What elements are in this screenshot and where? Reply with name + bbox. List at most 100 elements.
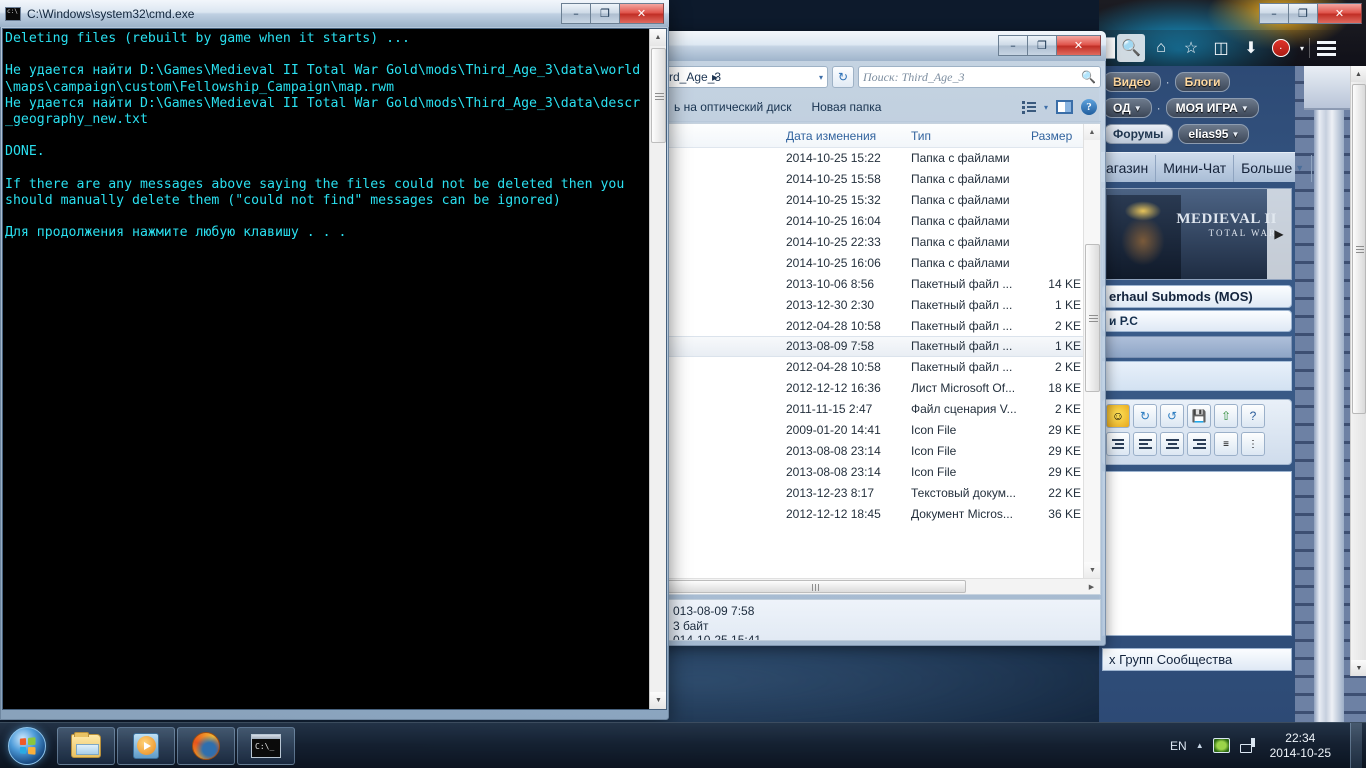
library-icon[interactable]: ◫ <box>1207 34 1235 62</box>
table-row[interactable]: 2012-04-28 10:58 Пакетный файл ... 2 KE <box>665 357 1083 378</box>
explorer-address-bar[interactable]: rd_Age_3 ▸ ▾ ↻ Поиск: Third_Age_3 🔍 <box>664 63 1101 91</box>
nav-pill-username[interactable]: elias95 ▼ <box>1178 124 1250 144</box>
table-row[interactable]: 2013-08-09 7:58 Пакетный файл ... 1 KE <box>665 336 1083 357</box>
scroll-down-arrow-icon[interactable]: ▼ <box>1084 562 1100 578</box>
view-dropdown-caret-icon[interactable]: ▾ <box>1044 103 1048 112</box>
table-row[interactable]: 2012-12-12 18:45 Документ Micros... 36 KE <box>665 503 1083 524</box>
new-folder-button[interactable]: Новая папка <box>801 100 891 114</box>
scroll-up-arrow-icon[interactable]: ▲ <box>1084 124 1100 140</box>
file-list-scrollbar-thumb[interactable] <box>1085 244 1100 392</box>
undo-icon[interactable]: ↺ <box>1160 404 1184 428</box>
cmd-minimize-button[interactable]: – <box>561 3 590 24</box>
column-header-date[interactable]: Дата изменения <box>778 129 903 143</box>
table-row[interactable]: 2012-12-12 16:36 Лист Microsoft Of... 18 K… <box>665 378 1083 399</box>
show-hidden-icons-caret-icon[interactable]: ▲ <box>1196 741 1204 750</box>
indent-icon[interactable] <box>1106 432 1130 456</box>
thread-title[interactable]: erhaul Submods (MOS) <box>1102 285 1292 308</box>
cmd-scrollbar-thumb[interactable] <box>651 48 666 143</box>
menu-pill-od[interactable]: ОД ▼ <box>1103 98 1152 118</box>
bullet-list-icon[interactable]: ⋮ <box>1241 432 1265 456</box>
burn-to-disc-button[interactable]: ь на оптический диск <box>664 100 801 114</box>
hero-banner[interactable]: MEDIEVAL II TOTAL WAR ▶ <box>1102 188 1292 280</box>
firefox-minimize-button[interactable]: – <box>1259 3 1288 24</box>
site-top-nav[interactable]: Видео · Блоги <box>1099 66 1295 92</box>
firefox-scrollbar-thumb[interactable] <box>1352 84 1366 414</box>
search-input[interactable]: Поиск: Third_Age_3 🔍 <box>858 66 1101 88</box>
firefox-maximize-button[interactable]: ❐ <box>1288 3 1317 24</box>
system-tray[interactable]: EN ▲ 22:34 2014-10-25 <box>1170 722 1366 768</box>
view-list-icon[interactable] <box>1021 100 1036 114</box>
nav-pill-blogs[interactable]: Блоги <box>1174 72 1231 92</box>
language-indicator[interactable]: EN <box>1170 739 1187 753</box>
table-row[interactable]: 2013-12-23 8:17 Текстовый докум... 22 KE <box>665 482 1083 503</box>
table-row[interactable]: 2013-10-06 8:56 Пакетный файл ... 14 KE <box>665 273 1083 294</box>
cmd-console-area[interactable]: Deleting files (rebuilt by game when it … <box>2 28 667 710</box>
nav-pill-forums[interactable]: Форумы <box>1103 124 1174 144</box>
editor-toolbar-row-2[interactable]: ≡ ⋮ <box>1106 432 1288 456</box>
breadcrumb[interactable]: rd_Age_3 ▸ ▾ <box>664 66 828 88</box>
command-prompt-window[interactable]: C:\Windows\system32\cmd.exe – ❐ ✕ Deleti… <box>0 0 669 720</box>
explorer-minimize-button[interactable]: – <box>998 35 1027 56</box>
table-row[interactable]: 2011-11-15 2:47 Файл сценария V... 2 KE <box>665 399 1083 420</box>
preview-pane-icon[interactable] <box>1056 100 1073 114</box>
firefox-window-controls[interactable]: – ❐ ✕ <box>1259 3 1362 24</box>
show-desktop-button[interactable] <box>1350 722 1362 768</box>
explorer-maximize-button[interactable]: ❐ <box>1027 35 1056 56</box>
start-button[interactable] <box>3 725 51 767</box>
file-list-header[interactable]: Дата изменения Тип Размер <box>665 124 1100 148</box>
scroll-down-arrow-icon[interactable]: ▼ <box>1351 660 1366 676</box>
table-row[interactable]: 2014-10-25 22:33 Папка с файлами <box>665 232 1083 253</box>
table-row[interactable]: 2014-10-25 16:06 Папка с файлами <box>665 252 1083 273</box>
file-rows-container[interactable]: 2014-10-25 15:22 Папка с файлами 2014-10-2… <box>665 148 1083 578</box>
home-icon[interactable]: ⌂ <box>1147 34 1175 62</box>
downloads-icon[interactable]: ⬇ <box>1237 34 1265 62</box>
table-row[interactable]: 2013-08-08 23:14 Icon File 29 KE <box>665 461 1083 482</box>
tab-shop[interactable]: агазин <box>1099 155 1157 182</box>
table-row[interactable]: 2013-08-08 23:14 Icon File 29 KE <box>665 440 1083 461</box>
firefox-titlebar[interactable]: – ❐ ✕ <box>1099 0 1366 30</box>
thread-subtitle[interactable]: и Р.С <box>1102 310 1292 332</box>
bookmark-star-icon[interactable]: ☆ <box>1177 34 1205 62</box>
scroll-up-arrow-icon[interactable]: ▲ <box>1351 66 1366 82</box>
taskbar-buttons[interactable] <box>57 726 295 765</box>
help-icon[interactable]: ? <box>1241 404 1265 428</box>
tab-minichat[interactable]: Мини-Чат <box>1156 155 1235 182</box>
menu-pill-mygame[interactable]: МОЯ ИГРА ▼ <box>1165 98 1259 118</box>
cmd-window-controls[interactable]: – ❐ ✕ <box>561 3 664 24</box>
cmd-vertical-scrollbar[interactable]: ▲ ▼ <box>649 29 666 709</box>
post-compose-textarea[interactable] <box>1102 471 1292 636</box>
site-tabs[interactable]: агазин Мини-Чат Больше ▼ <box>1099 152 1313 182</box>
smiley-icon[interactable]: ☺ <box>1106 404 1130 428</box>
explorer-window-controls[interactable]: – ❐ ✕ <box>998 35 1101 56</box>
table-row[interactable]: 2014-10-25 15:22 Папка с файлами <box>665 148 1083 169</box>
firefox-window[interactable]: – ❐ ✕ 🔍 ⌂ ☆ ◫ ⬇ · ▾ Видео · Блоги ОД ▼ ·… <box>1099 0 1366 722</box>
cmd-taskbar-icon[interactable] <box>237 726 295 765</box>
site-account-nav[interactable]: Форумы elias95 ▼ <box>1099 118 1295 144</box>
nvidia-icon[interactable] <box>1212 738 1230 753</box>
command-bar-right-group[interactable]: ▾ ? <box>1021 99 1101 115</box>
scroll-up-arrow-icon[interactable]: ▲ <box>650 29 666 46</box>
explorer-file-list[interactable]: Дата изменения Тип Размер 2014-10-25 15:… <box>664 123 1101 595</box>
table-row[interactable]: 2014-10-25 15:58 Папка с файлами <box>665 169 1083 190</box>
file-list-horizontal-scrollbar[interactable]: ▶ <box>665 578 1100 594</box>
taskbar[interactable]: EN ▲ 22:34 2014-10-25 <box>0 722 1366 768</box>
firefox-taskbar-icon[interactable] <box>177 726 235 765</box>
ordered-list-icon[interactable]: ≡ <box>1214 432 1238 456</box>
help-icon[interactable]: ? <box>1081 99 1097 115</box>
scroll-down-arrow-icon[interactable]: ▼ <box>650 692 666 709</box>
table-row[interactable]: 2012-04-28 10:58 Пакетный файл ... 2 KE <box>665 315 1083 336</box>
firefox-close-button[interactable]: ✕ <box>1317 3 1362 24</box>
align-right-icon[interactable] <box>1187 432 1211 456</box>
scroll-right-arrow-icon[interactable]: ▶ <box>1083 579 1100 594</box>
firefox-navigation-toolbar[interactable]: 🔍 ⌂ ☆ ◫ ⬇ · ▾ <box>1099 30 1366 66</box>
tab-more[interactable]: Больше ▼ <box>1234 155 1313 182</box>
file-list-hscroll-thumb[interactable] <box>666 580 966 593</box>
hero-next-arrow-icon[interactable]: ▶ <box>1267 189 1291 279</box>
explorer-window[interactable]: – ❐ ✕ rd_Age_3 ▸ ▾ ↻ Поиск: Third_Age_3 … <box>659 31 1106 646</box>
cmd-titlebar[interactable]: C:\Windows\system32\cmd.exe – ❐ ✕ <box>0 0 669 27</box>
save-icon[interactable]: 💾 <box>1187 404 1211 428</box>
nav-pill-video[interactable]: Видео <box>1103 72 1161 92</box>
editor-toolbar-row-1[interactable]: ☺ ↻ ↺ 💾 ⇧ ? <box>1106 404 1288 428</box>
explorer-close-button[interactable]: ✕ <box>1056 35 1101 56</box>
align-center-icon[interactable] <box>1160 432 1184 456</box>
